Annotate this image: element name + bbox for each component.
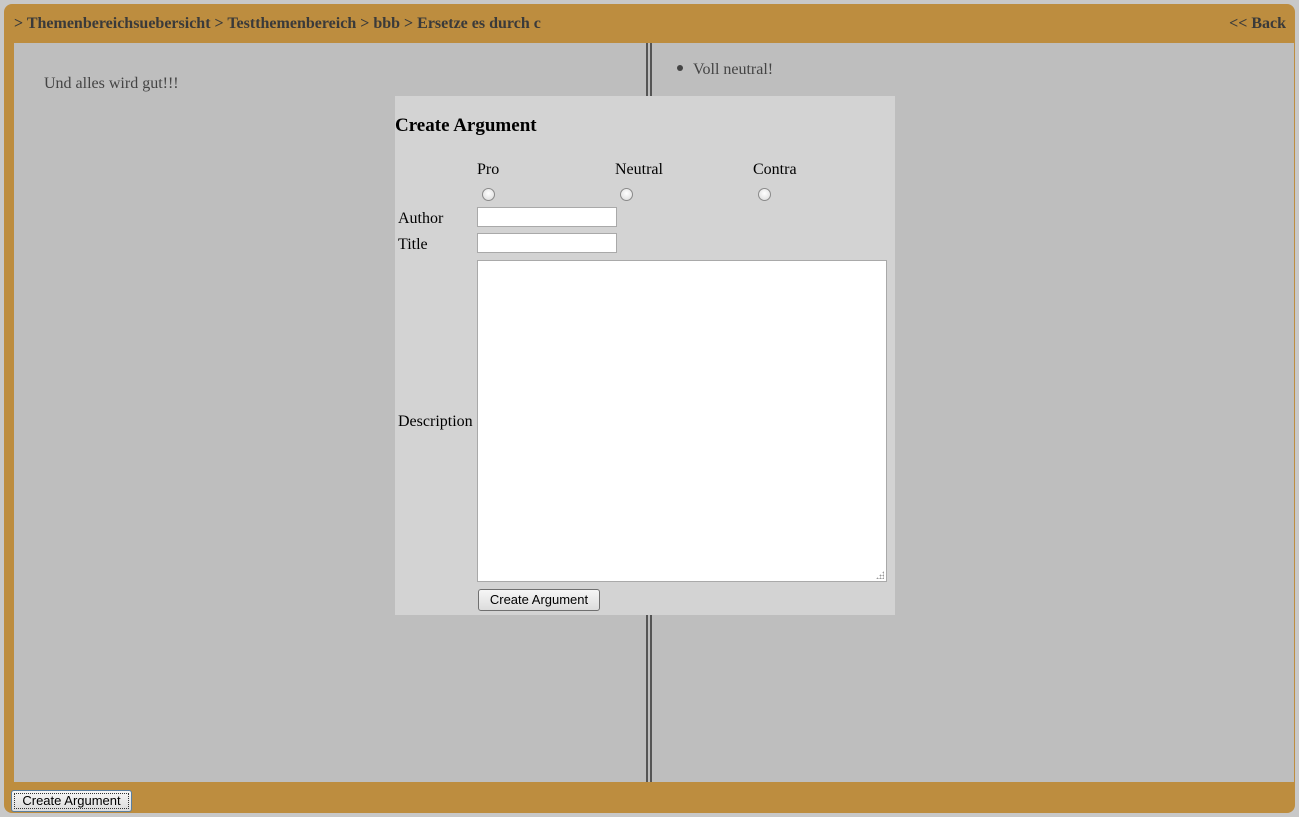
bullet-icon (677, 65, 683, 72)
author-input[interactable] (477, 207, 617, 227)
title-input[interactable] (477, 233, 617, 253)
create-argument-button[interactable]: Create Argument (11, 790, 132, 812)
stance-label-neutral: Neutral (615, 161, 663, 178)
right-panel-list: Voll neutral! (677, 61, 773, 79)
dialog-title: Create Argument (395, 115, 537, 136)
description-textarea[interactable] (477, 260, 887, 582)
author-label: Author (398, 210, 444, 227)
list-item: Voll neutral! (677, 61, 773, 79)
radio-neutral[interactable] (620, 188, 633, 201)
description-label: Description (398, 413, 473, 430)
list-item-text: Voll neutral! (693, 61, 774, 78)
title-label: Title (398, 236, 428, 253)
left-panel-text: Und alles wird gut!!! (44, 75, 179, 92)
breadcrumb-text: > Themenbereichsuebersicht > Testthemenb… (14, 15, 541, 32)
resize-grip-icon[interactable] (876, 571, 884, 579)
radio-pro[interactable] (482, 188, 495, 201)
stance-label-contra: Contra (753, 161, 797, 178)
radio-contra[interactable] (758, 188, 771, 201)
back-link[interactable]: << Back (1229, 15, 1286, 33)
breadcrumb: > Themenbereichsuebersicht > Testthemenb… (14, 15, 541, 33)
create-argument-submit-button[interactable]: Create Argument (478, 589, 600, 611)
create-argument-dialog: Create Argument Pro Neutral Contra Autho… (395, 96, 895, 615)
stance-label-pro: Pro (477, 161, 500, 178)
